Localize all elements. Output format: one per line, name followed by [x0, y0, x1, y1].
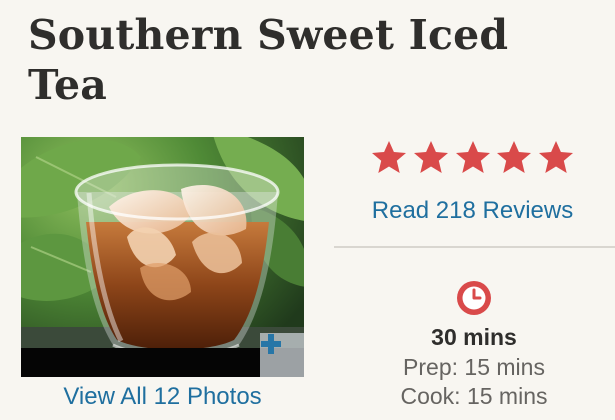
view-all-photos-link[interactable]: View All 12 Photos [21, 381, 304, 413]
star-icon [413, 141, 448, 173]
enlarge-photo-button[interactable] [260, 333, 304, 377]
total-time: 30 mins [431, 324, 517, 350]
recipe-photo[interactable] [21, 137, 304, 377]
star-rating [370, 139, 575, 175]
star-icon [455, 141, 490, 173]
clock-icon [457, 281, 491, 315]
recipe-title: Southern Sweet Iced Tea [28, 11, 509, 109]
star-icon [539, 141, 573, 173]
star-icon [372, 141, 406, 173]
cook-time: Cook: 15 mins [400, 383, 548, 409]
read-reviews-link[interactable]: Read 218 Reviews [345, 195, 600, 227]
prep-time: Prep: 15 mins [403, 354, 545, 380]
star-icon [497, 141, 532, 173]
plus-icon [261, 334, 281, 354]
section-divider [334, 246, 615, 248]
